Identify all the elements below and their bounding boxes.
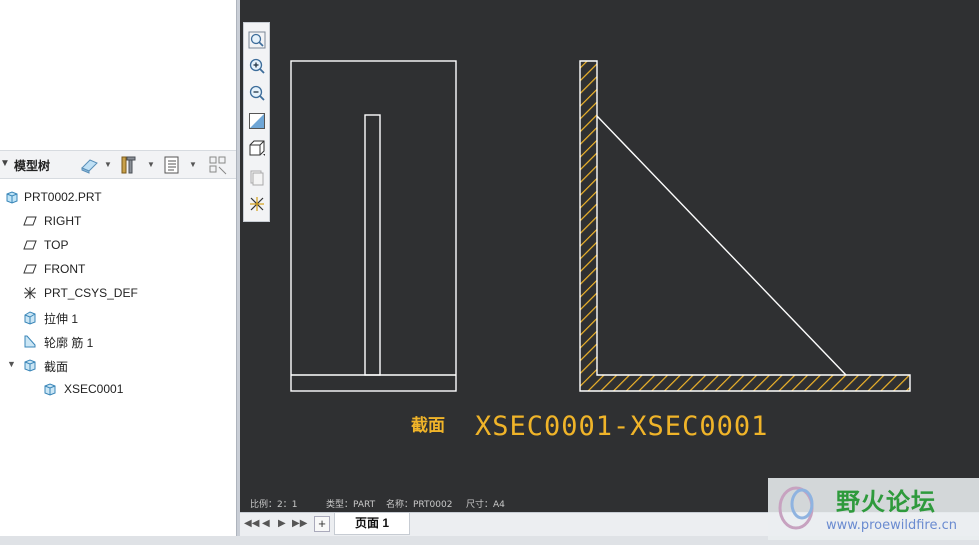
zoom-out-icon[interactable] [248,84,266,102]
repaint-icon[interactable] [248,112,266,130]
front-view[interactable] [290,60,457,392]
section-icon [44,383,56,396]
drawing-svg: 截面 XSEC0001-XSEC0001 比例：2：1 类型：PART 名称：P… [250,60,911,510]
tree-item-section-folder[interactable]: ▼ 截面 [0,354,236,376]
first-sheet-icon[interactable]: ◀◀ [244,518,259,529]
view-toolbar [243,22,270,222]
prev-sheet-icon[interactable]: ◀ [262,518,270,529]
saved-views-icon[interactable] [248,168,266,186]
sheet-tab-1[interactable]: 页面 1 [334,513,410,535]
next-sheet-icon[interactable]: ▶ [278,518,286,529]
settings-list-icon[interactable] [161,154,183,176]
tree-item-label: XSEC0001 [64,382,124,396]
tree-item-label: 拉伸 1 [44,312,79,326]
model-tree-toolbar: ▼ 模型树 ▼ ▼ ▼ [0,150,236,179]
section-name-label[interactable]: XSEC0001-XSEC0001 [475,411,768,442]
eraser-show-icon[interactable] [78,154,100,176]
tree-item-csys[interactable]: PRT_CSYS_DEF [0,282,236,304]
chevron-down-icon[interactable]: ▼ [147,160,155,169]
forum-logo-icon [778,486,814,530]
tree-item-rib[interactable]: 轮廓 筋 1 [0,330,236,352]
forum-watermark: 野火论坛 www.proewildfire.cn [768,478,979,540]
tree-item-front[interactable]: FRONT [0,258,236,280]
expand-triangle-icon[interactable]: ▼ [7,359,16,369]
watermark-title: 野火论坛 [836,488,936,516]
tools-icon[interactable] [118,154,140,176]
part-icon [6,191,18,204]
rib-icon [24,335,36,348]
title-block: 比例：2：1 类型：PART 名称：PRT0002 尺寸：A4 [250,498,505,510]
tree-item-extrude[interactable]: 拉伸 1 [0,306,236,328]
size-note: 尺寸：A4 [466,498,505,510]
tree-item-label: TOP [44,238,69,252]
tree-item-label: 截面 [44,360,69,374]
tree-item-xsec[interactable]: XSEC0001 [0,378,236,400]
tree-item-top[interactable]: TOP [0,234,236,256]
tree-filter-icon[interactable] [207,154,229,176]
add-sheet-button[interactable]: + [314,516,330,532]
datum-plane-icon [23,216,37,226]
csys-icon [24,287,36,299]
tree-item-part[interactable]: PRT0002.PRT [0,186,236,208]
chevron-down-icon[interactable]: ▼ [104,160,112,169]
model-tree-title: 模型树 [14,159,51,173]
tree-item-label: 轮廓 筋 1 [44,336,94,350]
tree-item-label: PRT0002.PRT [24,190,102,204]
display-style-icon[interactable] [248,139,266,157]
type-note: 类型：PART [326,498,376,510]
extrude-icon [24,311,36,325]
zoom-fit-icon[interactable] [248,31,266,49]
model-tree-panel: ▼ 模型树 ▼ ▼ ▼ PRT0002.PRT RIGHT TOP FRONT … [0,0,236,545]
tree-item-label: FRONT [44,262,86,276]
watermark-url: www.proewildfire.cn [826,518,957,533]
chevron-down-icon[interactable]: ▼ [189,160,197,169]
tree-item-label: PRT_CSYS_DEF [44,286,138,300]
zoom-in-icon[interactable] [248,57,266,75]
drawing-canvas[interactable]: 截面 XSEC0001-XSEC0001 比例：2：1 类型：PART 名称：P… [240,0,979,512]
tree-item-label: RIGHT [44,214,82,228]
section-folder-icon [24,359,36,372]
datum-display-icon[interactable] [248,195,266,213]
last-sheet-icon[interactable]: ▶▶ [292,518,307,529]
collapse-triangle-icon[interactable]: ▼ [0,158,10,169]
section-word-label[interactable]: 截面 [411,415,445,436]
section-view[interactable] [579,60,911,392]
scale-note: 比例：2：1 [250,498,297,510]
tree-item-right[interactable]: RIGHT [0,210,236,232]
name-note: 名称：PRT0002 [386,498,452,510]
datum-plane-icon [23,240,37,250]
datum-plane-icon [23,264,37,274]
